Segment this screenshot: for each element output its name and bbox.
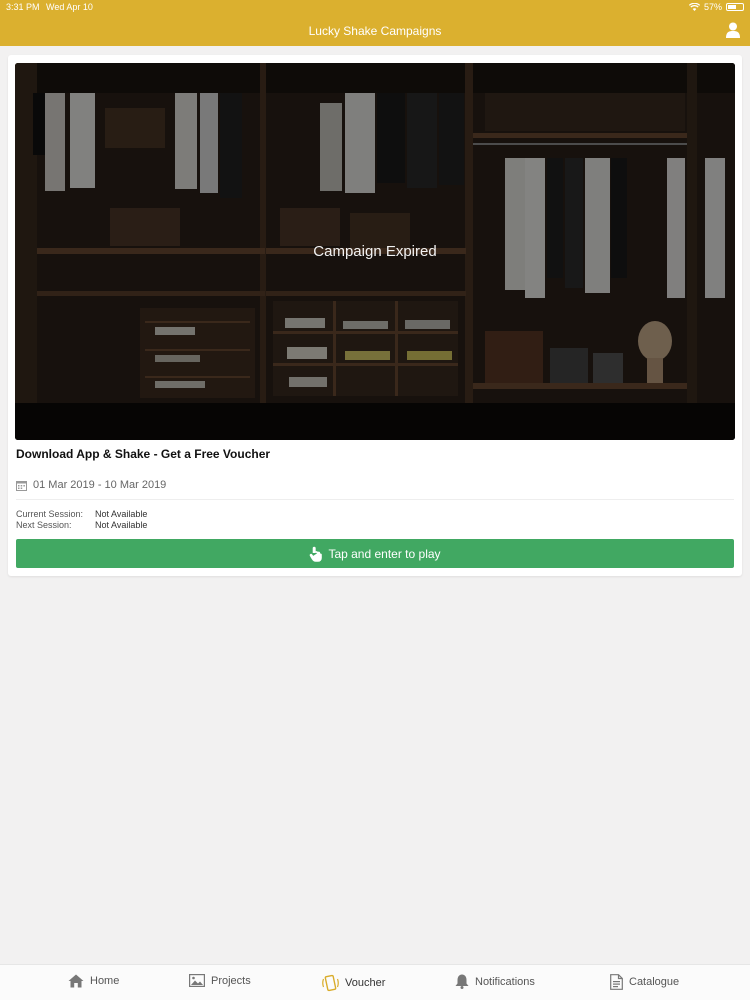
campaign-title: Download App & Shake - Get a Free Vouche… — [16, 447, 271, 461]
tab-notifications-label: Notifications — [475, 975, 535, 988]
tab-voucher-label: Voucher — [345, 977, 386, 989]
tab-voucher[interactable]: Voucher — [322, 974, 385, 992]
status-bar: 3:31 PM Wed Apr 10 57% — [0, 0, 750, 14]
status-time: 3:31 PM — [6, 2, 40, 12]
next-session-row: Next Session: Not Available — [16, 520, 147, 530]
status-indicators: 57% — [688, 2, 744, 12]
next-session-label: Next Session: — [16, 520, 72, 530]
home-icon — [68, 974, 84, 988]
campaign-status-label: Campaign Expired — [313, 243, 437, 260]
play-button-label: Tap and enter to play — [328, 546, 441, 561]
bell-icon — [455, 974, 469, 989]
current-session-label: Current Session: — [16, 509, 84, 519]
next-session-value: Not Available — [95, 520, 148, 530]
tab-home[interactable]: Home — [68, 974, 119, 988]
tab-home-label: Home — [90, 975, 120, 987]
calendar-icon — [16, 480, 27, 491]
tab-catalogue[interactable]: Catalogue — [610, 974, 679, 990]
tap-hand-icon — [310, 546, 323, 562]
campaign-date-row: 01 Mar 2019 - 10 Mar 2019 — [16, 479, 166, 491]
tab-catalogue-label: Catalogue — [629, 976, 680, 988]
tab-notifications[interactable]: Notifications — [455, 974, 535, 989]
image-icon — [189, 974, 205, 987]
document-icon — [610, 974, 623, 990]
play-button[interactable]: Tap and enter to play — [16, 539, 734, 568]
user-icon[interactable] — [726, 22, 740, 38]
divider — [16, 499, 734, 500]
campaign-date-range: 01 Mar 2019 - 10 Mar 2019 — [33, 479, 167, 491]
campaign-card: Campaign Expired Download App & Shake - … — [8, 55, 742, 576]
bottom-tab-bar: Home Projects Voucher Notifications Cata… — [0, 964, 750, 1000]
tab-projects-label: Projects — [211, 974, 251, 987]
status-date: Wed Apr 10 — [46, 2, 93, 12]
tab-projects[interactable]: Projects — [189, 974, 251, 987]
shake-phone-icon — [322, 974, 339, 992]
battery-icon — [726, 3, 744, 11]
current-session-row: Current Session: Not Available — [16, 509, 147, 519]
app-header: 3:31 PM Wed Apr 10 57% Lucky Shake Campa… — [0, 0, 750, 46]
battery-percent: 57% — [703, 2, 722, 12]
campaign-banner[interactable]: Campaign Expired — [15, 63, 735, 440]
current-session-value: Not Available — [95, 509, 148, 519]
wifi-icon — [688, 3, 700, 11]
page-title: Lucky Shake Campaigns — [308, 24, 442, 38]
